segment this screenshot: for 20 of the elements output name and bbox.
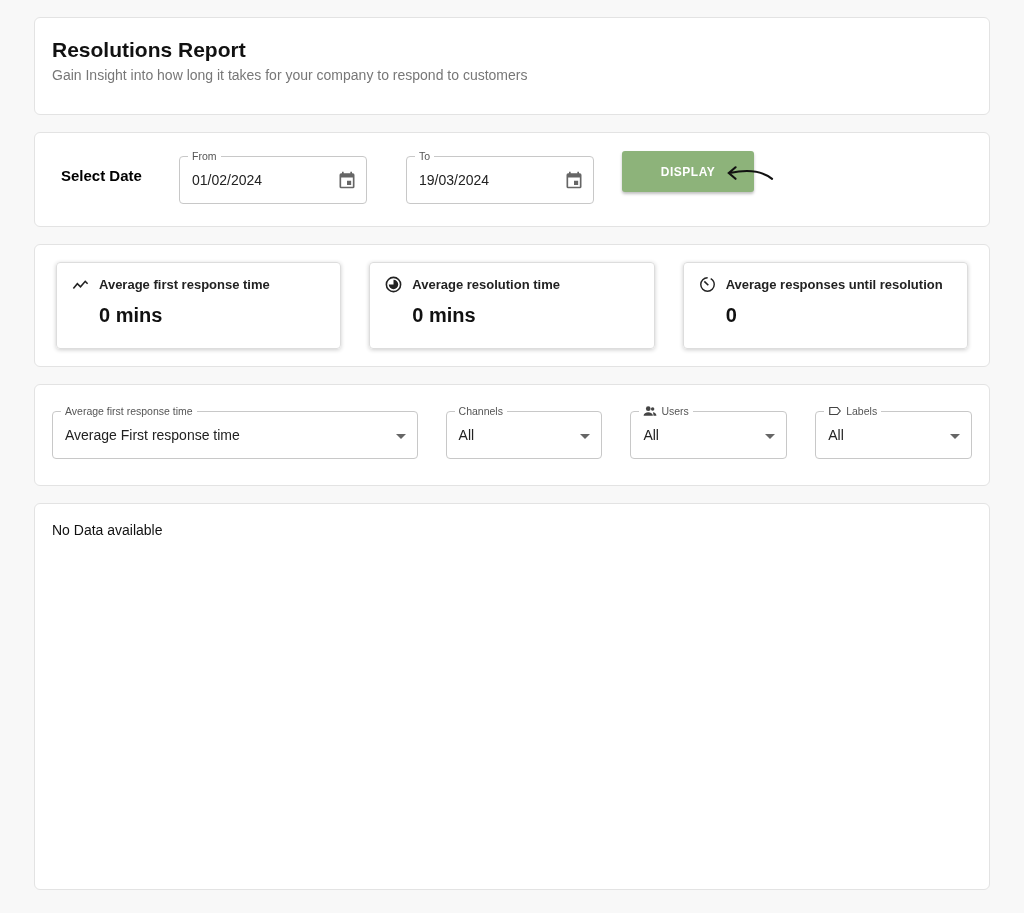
calendar-icon[interactable] xyxy=(337,169,357,190)
calendar-icon[interactable] xyxy=(564,169,584,190)
stat-value: 0 mins xyxy=(99,304,164,327)
stat-label: Average responses until resolution xyxy=(725,277,943,292)
timer-icon xyxy=(697,275,717,294)
caret-icon xyxy=(580,434,591,439)
caret-icon xyxy=(395,434,406,439)
caret-icon xyxy=(765,434,776,439)
stat-label: Average resolution time xyxy=(412,277,560,292)
pie-chart-icon xyxy=(384,275,404,294)
caret-icon xyxy=(950,434,960,439)
page-title: Resolutions Report xyxy=(52,38,247,62)
users-icon xyxy=(643,404,658,418)
tag-icon xyxy=(828,404,843,418)
empty-message: No Data available xyxy=(52,522,163,538)
stat-label: Average first response time xyxy=(99,277,270,292)
select-date-label: Select Date xyxy=(61,167,143,184)
stat-value: 0 mins xyxy=(412,304,477,327)
stat-value: 0 xyxy=(725,304,738,327)
page-subtitle: Gain Insight into how long it takes for your company to respond to customers xyxy=(52,67,529,83)
